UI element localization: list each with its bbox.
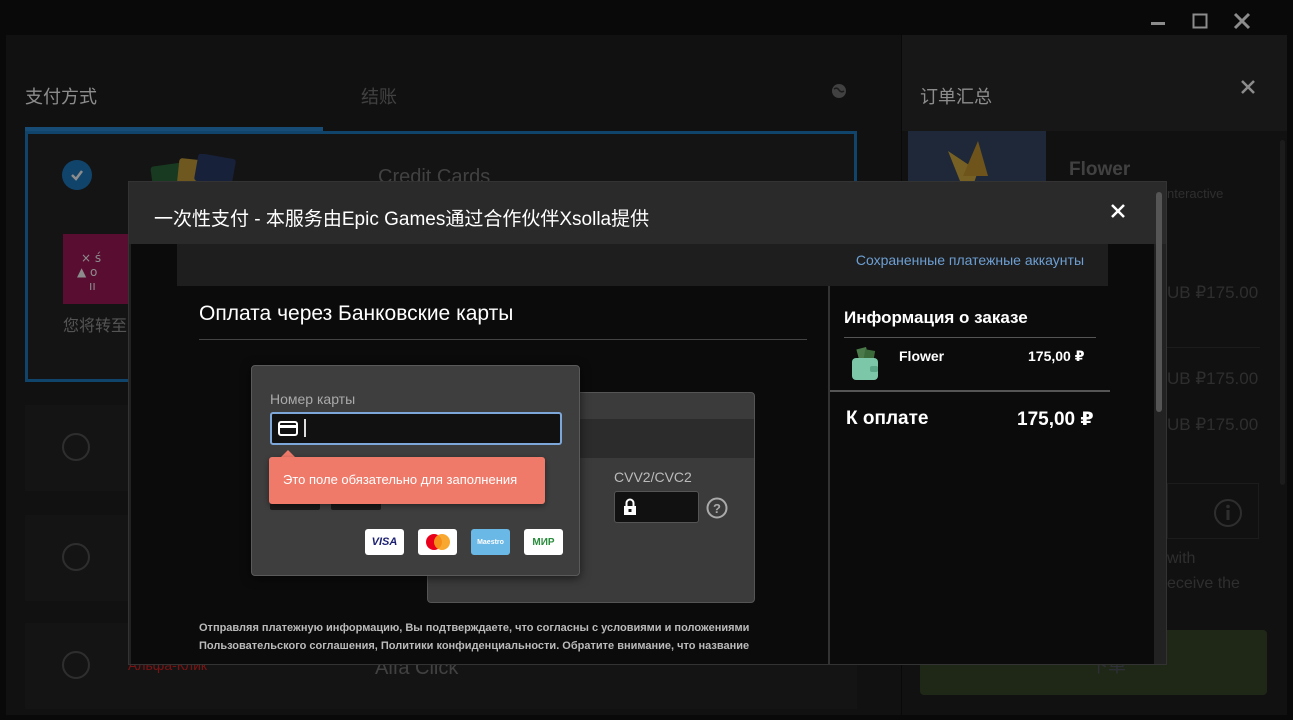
card-front-form: Номер карты Это поле обязательно для зап… (251, 365, 580, 576)
divider (844, 337, 1096, 338)
payment-iframe: Сохраненные платежные аккаунты Оплата че… (131, 244, 1154, 664)
xsolla-payment-modal: 一次性支付 - 本服务由Epic Games通过合作伙伴Xsolla提供 Сох… (128, 181, 1167, 665)
legal-notice: Отправляя платежную информацию, Вы подтв… (199, 622, 750, 652)
epic-checkout-window: 支付方式 结账 Credit Cards × ś ▲ o ıı 您将转至 Аль… (0, 0, 1293, 720)
total-label: К оплате (846, 408, 929, 429)
modal-scrollbar[interactable] (1156, 192, 1162, 412)
divider (830, 390, 1110, 392)
visa-logo: VISA (365, 529, 404, 555)
text-caret (304, 419, 306, 437)
order-item-name: Flower (899, 348, 945, 364)
order-info-title: Информация о заказе (844, 308, 1028, 327)
error-tooltip: Это поле обязательно для заполнения (269, 457, 545, 504)
card-number-input[interactable] (270, 412, 562, 445)
order-info-column: Информация о заказе Flower 175,00 ₽ К оп… (828, 286, 1110, 664)
order-item-price: 175,00 ₽ (1028, 348, 1085, 364)
credit-card-icon (278, 421, 298, 441)
wallet-icon (850, 346, 880, 387)
saved-accounts-link[interactable]: Сохраненные платежные аккаунты (856, 252, 1084, 268)
divider (199, 339, 807, 340)
card-number-label: Номер карты (270, 391, 356, 407)
payment-topbar: Сохраненные платежные аккаунты (177, 244, 1108, 286)
close-icon[interactable] (1110, 203, 1126, 224)
error-message: Это поле обязательно для заполнения (283, 472, 518, 487)
modal-title: 一次性支付 - 本服务由Epic Games通过合作伙伴Xsolla提供 (154, 209, 650, 230)
card-logos: VISA Maestro МИР (365, 529, 563, 555)
cvv-input[interactable] (614, 491, 699, 523)
help-icon[interactable]: ? (706, 497, 728, 524)
payment-heading: Оплата через Банковские карты (199, 302, 514, 325)
total-value: 175,00 ₽ (1017, 409, 1094, 430)
mastercard-logo (418, 529, 457, 555)
svg-text:?: ? (713, 501, 721, 516)
maestro-logo: Maestro (471, 529, 510, 555)
mir-logo: МИР (524, 529, 563, 555)
cvv-label: CVV2/CVC2 (614, 469, 692, 485)
modal-header: 一次性支付 - 本服务由Epic Games通过合作伙伴Xsolla提供 (129, 182, 1166, 244)
lock-icon (623, 498, 637, 521)
